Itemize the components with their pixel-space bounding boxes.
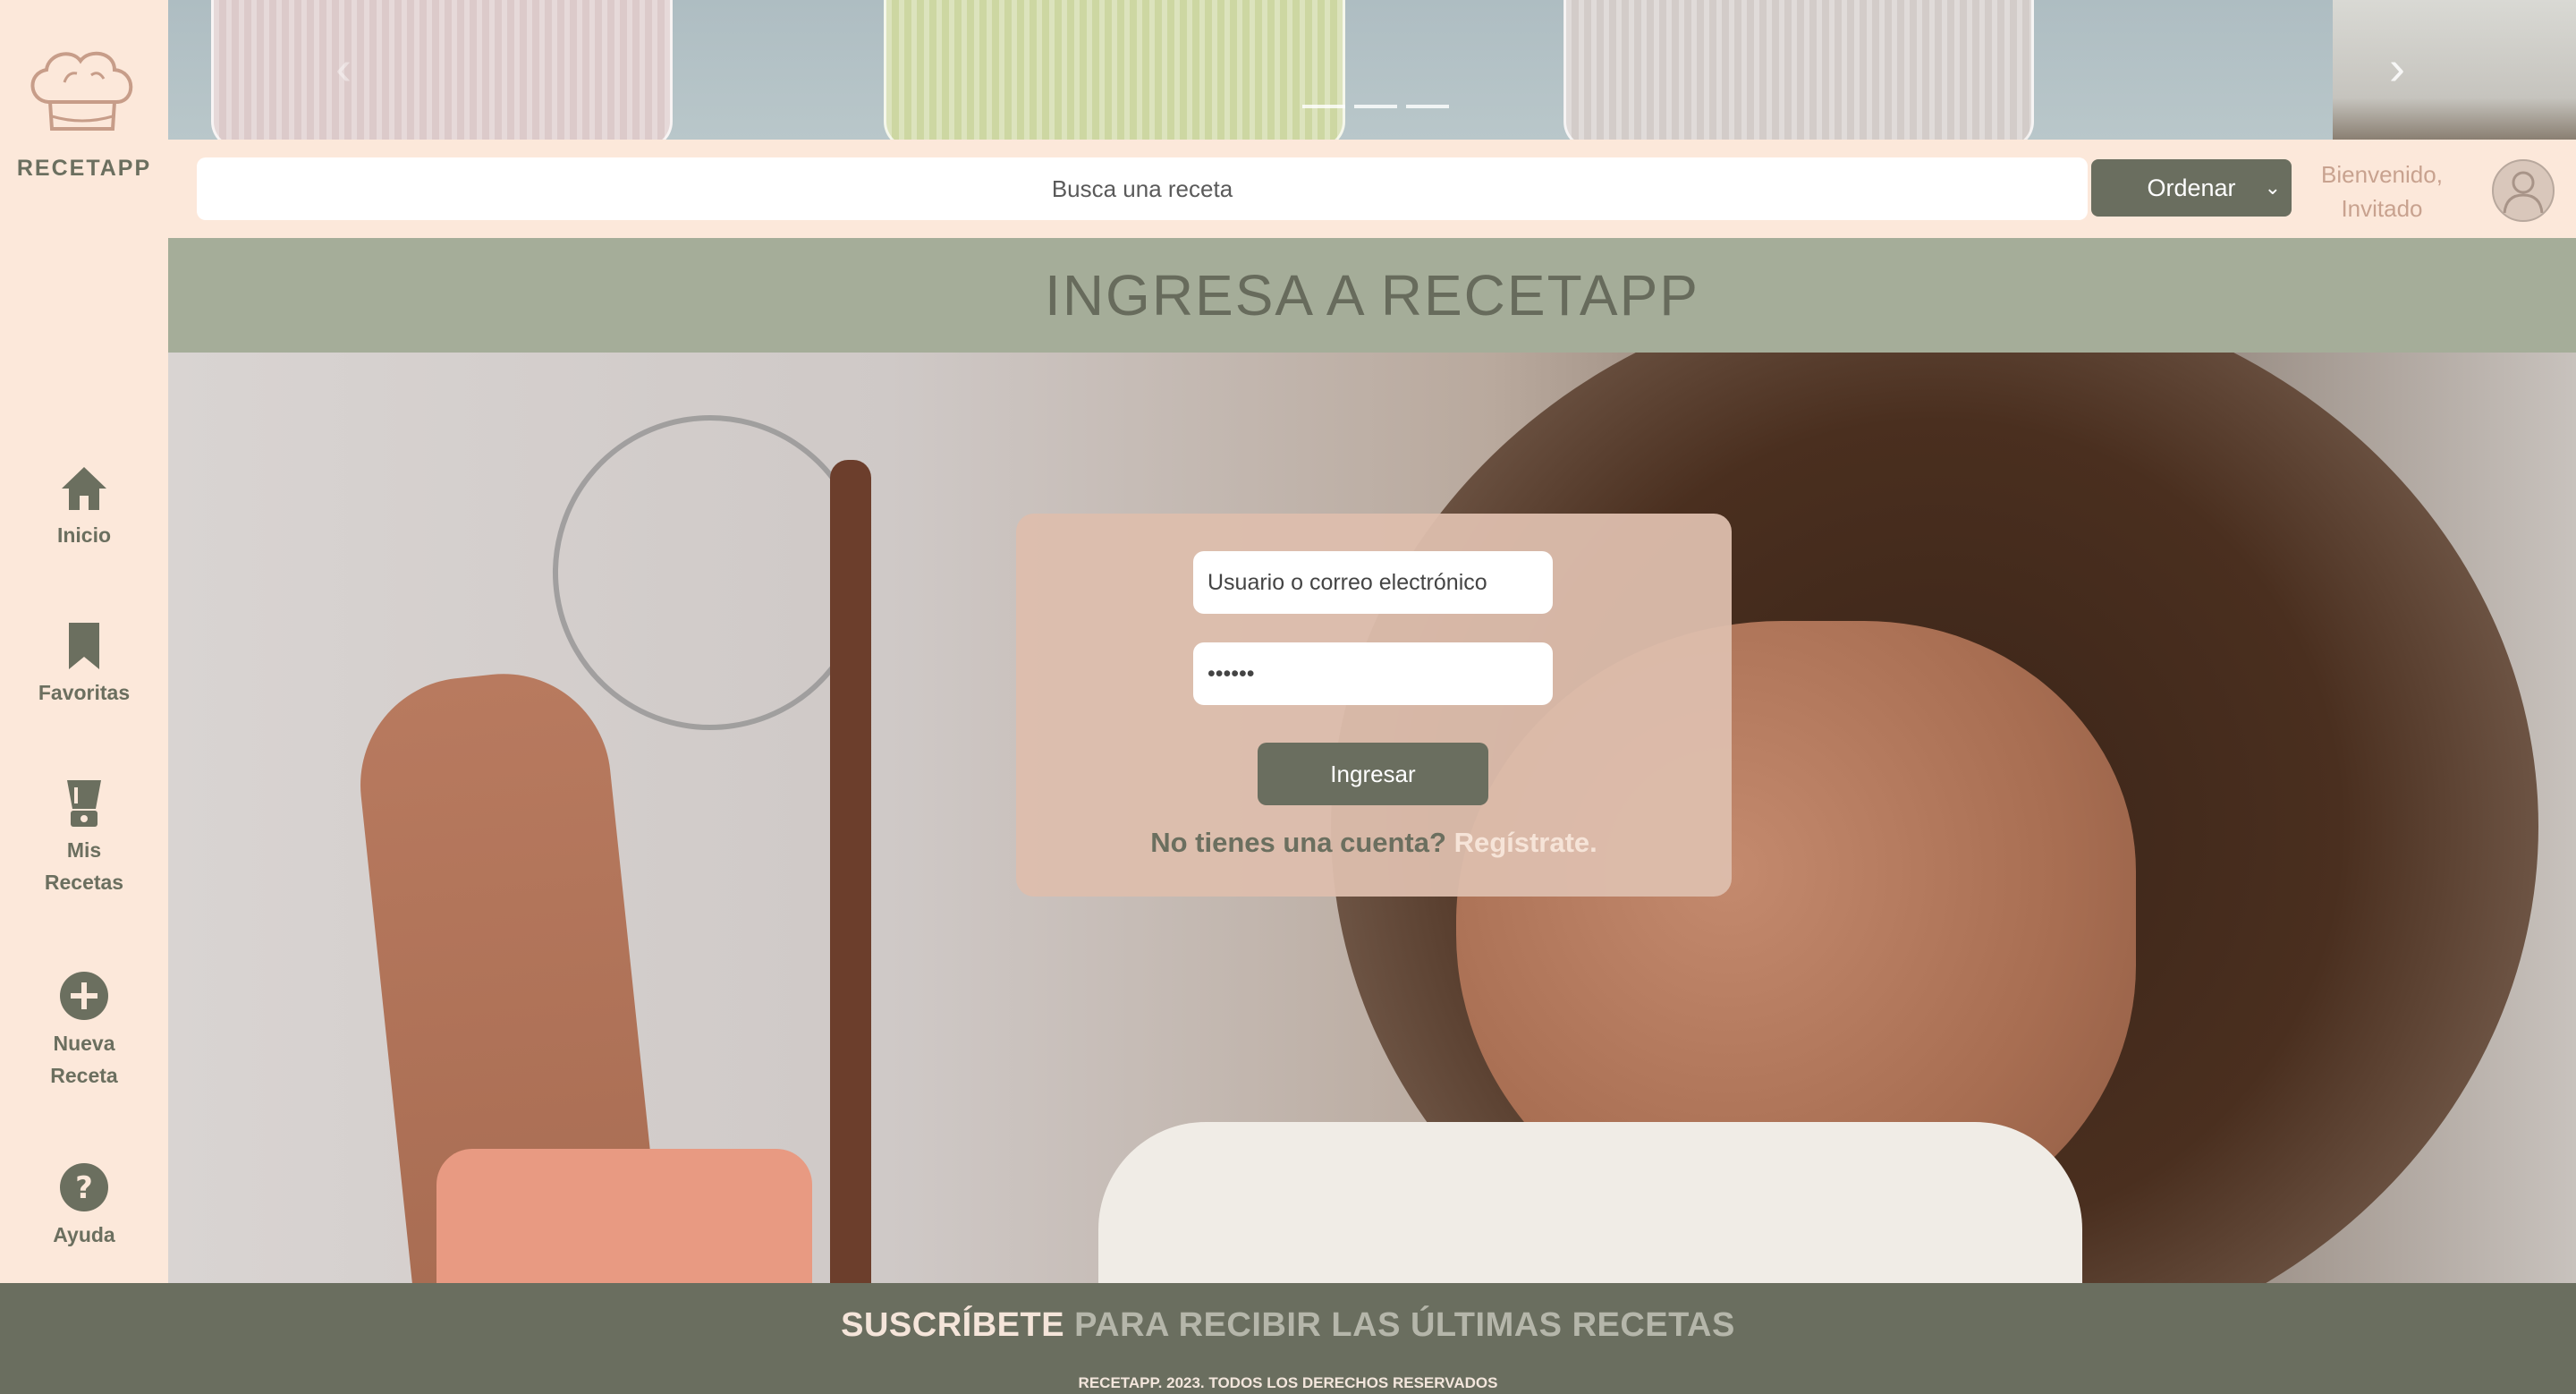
- carousel-image: [884, 0, 1345, 140]
- svg-text:?: ?: [75, 1170, 93, 1206]
- sidebar-item-ayuda[interactable]: ? Ayuda: [0, 1161, 168, 1251]
- order-dropdown[interactable]: Ordenar ⌄: [2091, 159, 2292, 217]
- login-button[interactable]: Ingresar: [1258, 743, 1488, 805]
- page-title: INGRESA A RECETAPP: [1045, 263, 1699, 327]
- copyright: RECETAPP. 2023. TODOS LOS DERECHOS RESER…: [1078, 1374, 1498, 1391]
- signup-prompt: No tienes una cuenta? Regístrate.: [1016, 827, 1732, 859]
- chef-hat-icon[interactable]: [21, 47, 143, 140]
- search-input[interactable]: [197, 157, 2088, 220]
- signup-link[interactable]: Regístrate.: [1454, 827, 1597, 858]
- question-circle-icon: ?: [60, 1163, 108, 1211]
- avatar-silhouette: [2503, 171, 2544, 214]
- carousel-dot[interactable]: [1302, 105, 1345, 108]
- login-form: Ingresar No tienes una cuenta? Regístrat…: [1016, 514, 1732, 897]
- sidebar-item-label: Ayuda: [53, 1223, 115, 1246]
- carousel-indicators: [1302, 97, 1458, 113]
- password-field[interactable]: [1193, 642, 1553, 705]
- subscribe-banner: SUSCRÍBETE PARA RECIBIR LAS ÚLTIMAS RECE…: [0, 1306, 2576, 1345]
- greeting-line: Bienvenido,: [2321, 161, 2443, 188]
- carousel-dot[interactable]: [1354, 105, 1397, 108]
- signup-question: No tienes una cuenta?: [1150, 827, 1446, 858]
- chevron-right-icon[interactable]: ›: [2379, 41, 2415, 95]
- title-band: INGRESA A RECETAPP: [168, 238, 2576, 353]
- recipe-carousel[interactable]: ‹ ›: [168, 0, 2576, 140]
- plus-circle-icon: [60, 972, 108, 1020]
- subscribe-text: PARA RECIBIR LAS ÚLTIMAS RECETAS: [1074, 1306, 1735, 1344]
- sidebar-item-inicio[interactable]: Inicio: [0, 462, 168, 551]
- carousel-image: [2333, 0, 2576, 140]
- chevron-down-icon: ⌄: [2264, 176, 2281, 199]
- sidebar-item-favoritas[interactable]: Favoritas: [0, 619, 168, 709]
- chevron-left-icon[interactable]: ‹: [326, 41, 361, 95]
- home-icon: [62, 467, 106, 510]
- hero-photo-part: [1098, 1122, 2082, 1283]
- blender-icon: [67, 780, 101, 827]
- subscribe-link[interactable]: SUSCRÍBETE: [841, 1306, 1064, 1344]
- sidebar-item-label: Nueva Receta: [50, 1032, 118, 1087]
- top-search-bar: Ordenar ⌄ Bienvenido, Invitado: [168, 140, 2576, 238]
- sidebar-item-mis-recetas[interactable]: Mis Recetas: [0, 777, 168, 898]
- sidebar-item-label: Mis Recetas: [44, 838, 124, 894]
- sidebar-item-label: Favoritas: [38, 681, 131, 704]
- brand-name: RECETAPP: [16, 156, 152, 181]
- carousel-dot[interactable]: [1406, 105, 1449, 108]
- carousel-image: [1563, 0, 2034, 140]
- bookmark-icon: [69, 623, 99, 669]
- footer: SUSCRÍBETE PARA RECIBIR LAS ÚLTIMAS RECE…: [0, 1283, 2576, 1394]
- hero-photo-part: [436, 1149, 812, 1283]
- guest-name: Invitado: [2341, 195, 2423, 222]
- order-label: Ordenar: [2147, 174, 2236, 201]
- carousel-image: [211, 0, 673, 140]
- username-field[interactable]: [1193, 551, 1553, 614]
- sidebar: RECETAPP Inicio Favoritas Mis Recetas Nu…: [0, 0, 168, 1283]
- hero-photo-part: [830, 460, 871, 1283]
- user-avatar-icon[interactable]: [2492, 159, 2555, 222]
- sidebar-item-label: Inicio: [56, 523, 112, 547]
- sidebar-item-nueva-receta[interactable]: Nueva Receta: [0, 970, 168, 1092]
- welcome-text: Bienvenido, Invitado: [2315, 157, 2449, 225]
